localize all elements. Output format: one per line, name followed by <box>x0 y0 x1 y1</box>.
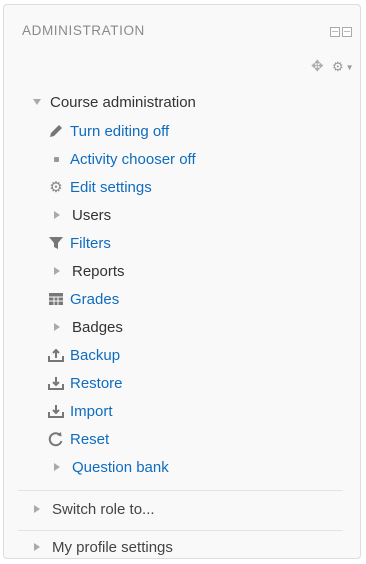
grades-label: Grades <box>70 290 120 308</box>
caret-down-icon: ▼ <box>345 62 354 72</box>
my-profile-settings-node[interactable]: My profile settings <box>32 536 173 558</box>
import-link[interactable]: Import <box>48 400 113 422</box>
turn-editing-off-label: Turn editing off <box>70 122 170 140</box>
expand-triangle-icon <box>32 539 42 555</box>
move-icon[interactable]: ✥ <box>311 59 324 74</box>
question-bank-node[interactable]: Question bank <box>52 456 169 478</box>
users-label: Users <box>72 206 112 224</box>
block-title: ADMINISTRATION <box>22 23 145 38</box>
backup-label: Backup <box>70 346 121 364</box>
switch-role-node[interactable]: Switch role to... <box>32 498 155 520</box>
expand-triangle-icon <box>52 459 62 475</box>
reset-icon <box>48 431 64 447</box>
badges-node[interactable]: Badges <box>52 316 123 338</box>
course-administration-node[interactable]: Course administration <box>32 91 196 113</box>
filters-label: Filters <box>70 234 111 252</box>
import-label: Import <box>70 402 113 420</box>
gear-icon: ⚙ <box>49 179 63 196</box>
expand-triangle-icon <box>52 319 62 335</box>
grades-table-icon <box>48 291 64 307</box>
users-node[interactable]: Users <box>52 204 111 226</box>
grades-link[interactable]: Grades <box>48 288 119 310</box>
backup-icon <box>48 347 64 363</box>
block-actions-menu[interactable]: ⚙ ▼ <box>332 60 354 75</box>
question-bank-label: Question bank <box>72 458 169 476</box>
edit-settings-link[interactable]: ⚙ Edit settings <box>48 176 152 198</box>
filter-icon <box>48 235 64 251</box>
edit-settings-label: Edit settings <box>70 178 152 196</box>
backup-link[interactable]: Backup <box>48 344 120 366</box>
activity-chooser-off-link[interactable]: Activity chooser off <box>48 148 196 170</box>
divider <box>18 490 343 491</box>
my-profile-settings-label: My profile settings <box>52 538 173 556</box>
restore-label: Restore <box>70 374 123 392</box>
expand-triangle-icon <box>52 207 62 223</box>
turn-editing-off-link[interactable]: Turn editing off <box>48 120 169 142</box>
restore-icon <box>48 375 64 391</box>
filters-link[interactable]: Filters <box>48 232 111 254</box>
badges-label: Badges <box>72 318 123 336</box>
gear-icon: ⚙ <box>332 59 344 74</box>
divider <box>18 530 343 531</box>
activity-chooser-off-label: Activity chooser off <box>70 150 196 168</box>
reports-label: Reports <box>72 262 125 280</box>
reset-link[interactable]: Reset <box>48 428 109 450</box>
collapse-triangle-icon <box>32 94 42 110</box>
expand-triangle-icon <box>52 263 62 279</box>
bullet-icon <box>48 151 64 167</box>
pencil-icon <box>48 123 64 139</box>
import-icon <box>48 403 64 419</box>
reset-label: Reset <box>70 430 110 448</box>
restore-link[interactable]: Restore <box>48 372 123 394</box>
expand-triangle-icon <box>32 501 42 517</box>
dock-icon[interactable] <box>330 27 354 39</box>
reports-node[interactable]: Reports <box>52 260 125 282</box>
course-administration-label: Course administration <box>50 93 196 111</box>
switch-role-label: Switch role to... <box>52 500 155 518</box>
